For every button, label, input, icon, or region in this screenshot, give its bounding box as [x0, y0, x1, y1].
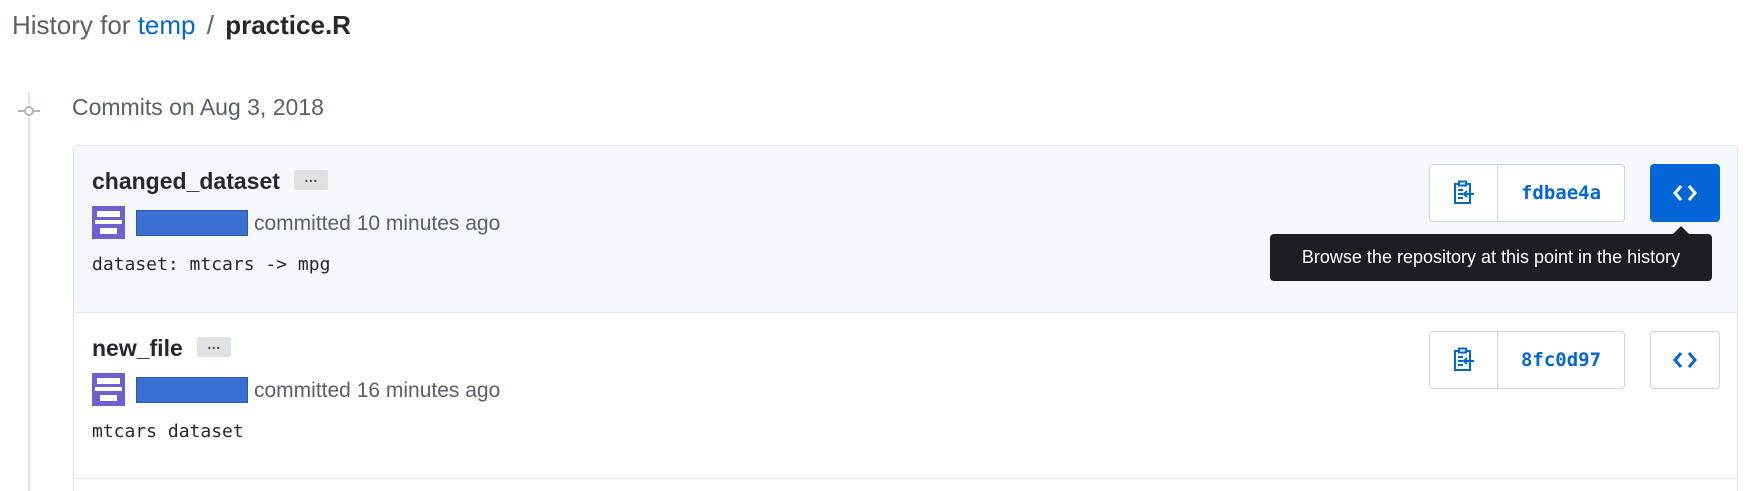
timeline-line — [28, 92, 30, 491]
clippy-icon — [1453, 347, 1474, 371]
commit-sha-link[interactable]: fdbae4a — [1498, 165, 1624, 221]
repo-link[interactable]: temp — [138, 10, 196, 40]
sha-button-group: 8fc0d97 — [1429, 331, 1625, 389]
code-icon — [1673, 185, 1697, 201]
browse-tooltip: Browse the repository at this point in t… — [1270, 234, 1712, 281]
commit-title-link[interactable]: new_file — [92, 335, 183, 361]
commit-sha-link[interactable]: 8fc0d97 — [1498, 332, 1624, 388]
clippy-icon — [1453, 180, 1474, 204]
sha-button-group: fdbae4a — [1429, 164, 1625, 222]
breadcrumb-prefix: History for — [12, 10, 131, 40]
commit-title-link[interactable]: changed_dataset — [92, 168, 280, 194]
author-avatar[interactable] — [92, 206, 125, 239]
tooltip-arrow — [1673, 226, 1689, 234]
commit-timestamp: committed 10 minutes ago — [254, 212, 501, 235]
commit-title-wrapper: changed_dataset … — [92, 168, 328, 195]
commit-group-icon — [18, 106, 40, 116]
commit-description: mtcars dataset — [92, 421, 244, 442]
commit-title-wrapper: new_file … — [92, 335, 231, 362]
author-avatar[interactable] — [92, 373, 125, 406]
commit-description: dataset: mtcars -> mpg — [92, 254, 331, 275]
expand-message-button[interactable]: … — [293, 169, 328, 190]
copy-sha-button[interactable] — [1430, 165, 1498, 221]
file-name: practice.R — [225, 10, 351, 40]
copy-sha-button[interactable] — [1430, 332, 1498, 388]
author-name-redacted[interactable] — [136, 210, 248, 236]
commit-timestamp: committed 16 minutes ago — [254, 379, 501, 402]
commit-list: changed_dataset … committed 10 minutes ag… — [73, 145, 1738, 491]
expand-message-button[interactable]: … — [196, 336, 231, 357]
commit-history-page: History for temp / practice.R Commits on… — [0, 0, 1753, 491]
commit-row: changed_dataset … committed 10 minutes ag… — [74, 146, 1737, 313]
browse-repository-button[interactable] — [1650, 331, 1720, 389]
code-icon — [1673, 352, 1697, 368]
breadcrumb: History for temp / practice.R — [12, 8, 351, 42]
commit-group-title: Commits on Aug 3, 2018 — [72, 94, 324, 120]
commit-row: new_file … committed 16 minutes ago mtcar… — [74, 313, 1737, 479]
author-name-redacted[interactable] — [136, 377, 248, 403]
browse-repository-button[interactable] — [1650, 164, 1720, 222]
breadcrumb-separator: / — [206, 10, 214, 40]
